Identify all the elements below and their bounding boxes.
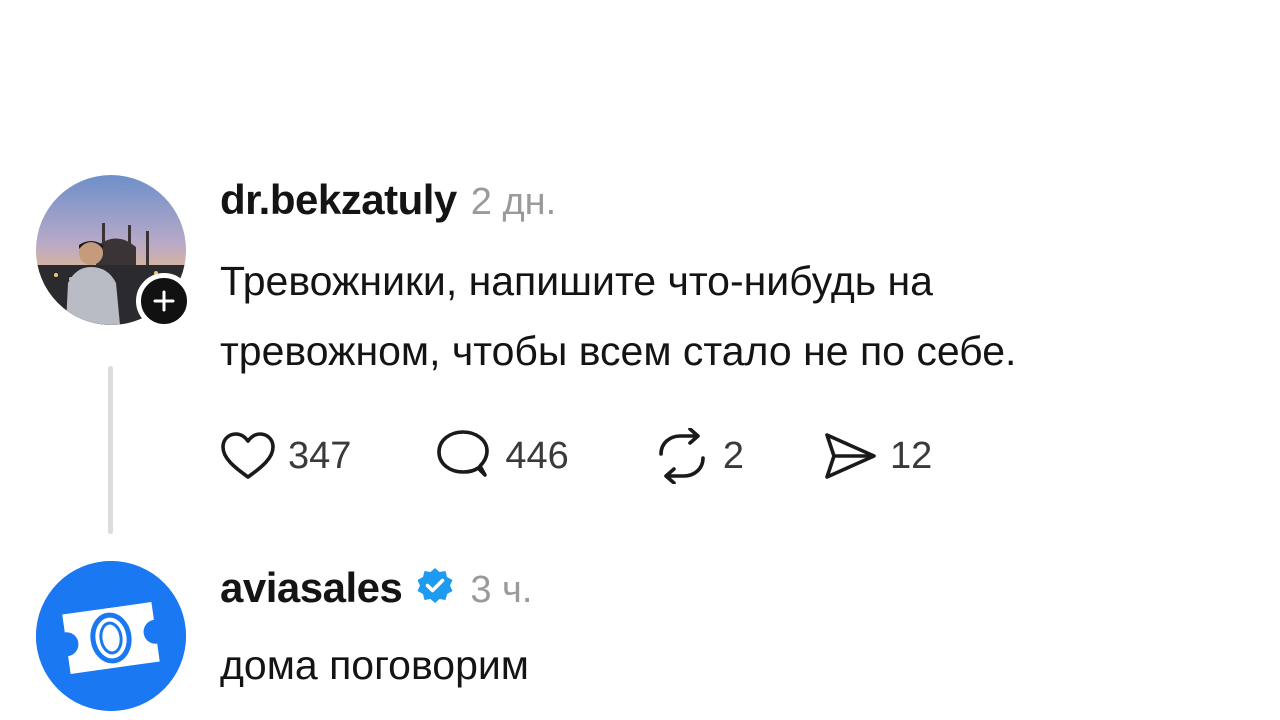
comment-text-line-1: Тревожники, напишите что-нибудь на <box>220 258 933 304</box>
username[interactable]: aviasales <box>220 564 403 612</box>
verified-badge-icon <box>414 566 456 613</box>
share-button[interactable]: 12 <box>822 431 932 481</box>
share-count: 12 <box>889 434 933 477</box>
comment-text-line-2: тревожном, чтобы всем стало не по себе. <box>220 328 1017 374</box>
comment-header: dr.bekzatuly 2 дн. <box>220 176 556 224</box>
action-bar: 347 446 2 12 <box>220 428 932 484</box>
like-count: 347 <box>288 434 352 477</box>
reply-count: 446 <box>505 434 569 477</box>
username[interactable]: dr.bekzatuly <box>220 176 457 224</box>
comment-text: Тревожники, напишите что-нибудь на трево… <box>220 246 1016 386</box>
repost-button[interactable]: 2 <box>653 428 744 484</box>
paper-plane-icon <box>825 433 876 479</box>
comment-header: aviasales 3 ч. <box>220 560 532 612</box>
follow-button[interactable] <box>136 273 192 329</box>
comment-text: дома поговорим <box>220 642 529 688</box>
like-button[interactable]: 347 <box>220 431 351 481</box>
avatar-aviasales[interactable] <box>36 561 186 711</box>
timestamp: 3 ч. <box>470 569 533 611</box>
repost-icon <box>659 428 705 484</box>
speech-bubble-icon <box>437 430 490 477</box>
thread-connector-line <box>108 366 113 534</box>
thread-view: dr.bekzatuly 2 дн. Тревожники, напишите … <box>0 0 1280 720</box>
timestamp: 2 дн. <box>470 181 557 223</box>
plus-icon <box>153 290 175 312</box>
aviasales-logo <box>36 561 186 711</box>
reply-button[interactable]: 446 <box>433 429 569 483</box>
repost-count: 2 <box>722 434 744 477</box>
heart-icon <box>221 432 275 479</box>
